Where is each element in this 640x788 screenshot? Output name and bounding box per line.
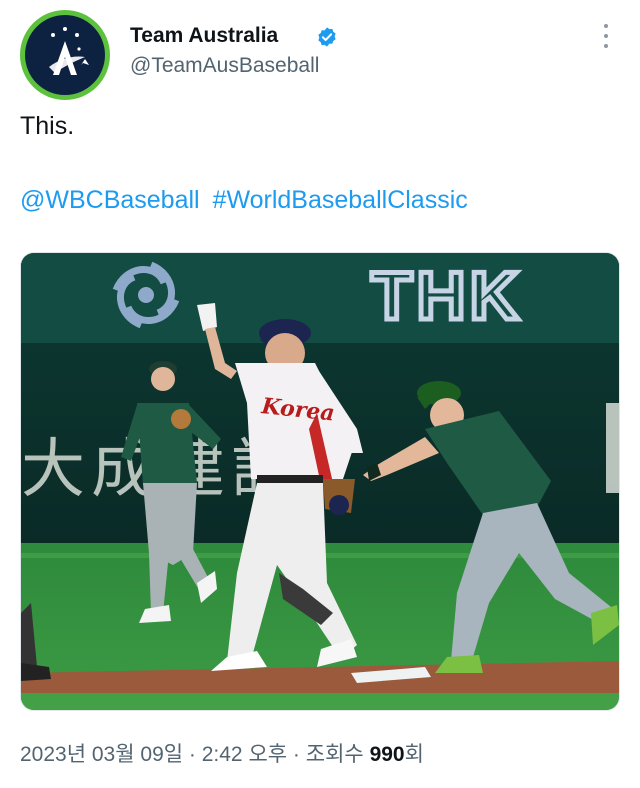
views-label: 조회수 [305,743,370,766]
team-australia-logo [49,27,89,75]
views-unit: 회 [404,743,424,766]
display-name[interactable]: Team Australia [130,24,278,48]
verified-badge-icon [318,27,336,47]
tweet-time[interactable]: 2:42 오후 [202,743,287,766]
board-text: THK [371,258,523,334]
tweet-date[interactable]: 2023년 03월 09일 [20,743,183,766]
baseball-photo: THK 大成建設 [21,253,619,710]
separator: · [287,743,306,766]
tweet-text: This. [20,112,75,140]
views-count: 990 [369,743,405,766]
avatar[interactable] [20,10,110,100]
more-options-icon[interactable] [596,22,616,50]
separator: · [183,743,202,766]
tweet-tags: @WBCBaseball #WorldBaseballClassic [20,186,474,215]
mention-link[interactable]: @WBCBaseball [20,186,200,214]
handle[interactable]: @TeamAusBaseball [130,54,319,78]
hashtag-link[interactable]: #WorldBaseballClassic [213,186,468,214]
tweet-meta: 2023년 03월 09일 · 2:42 오후 · 조회수 990회 [20,738,424,768]
tweet-photo[interactable]: THK 大成建設 [20,252,620,711]
